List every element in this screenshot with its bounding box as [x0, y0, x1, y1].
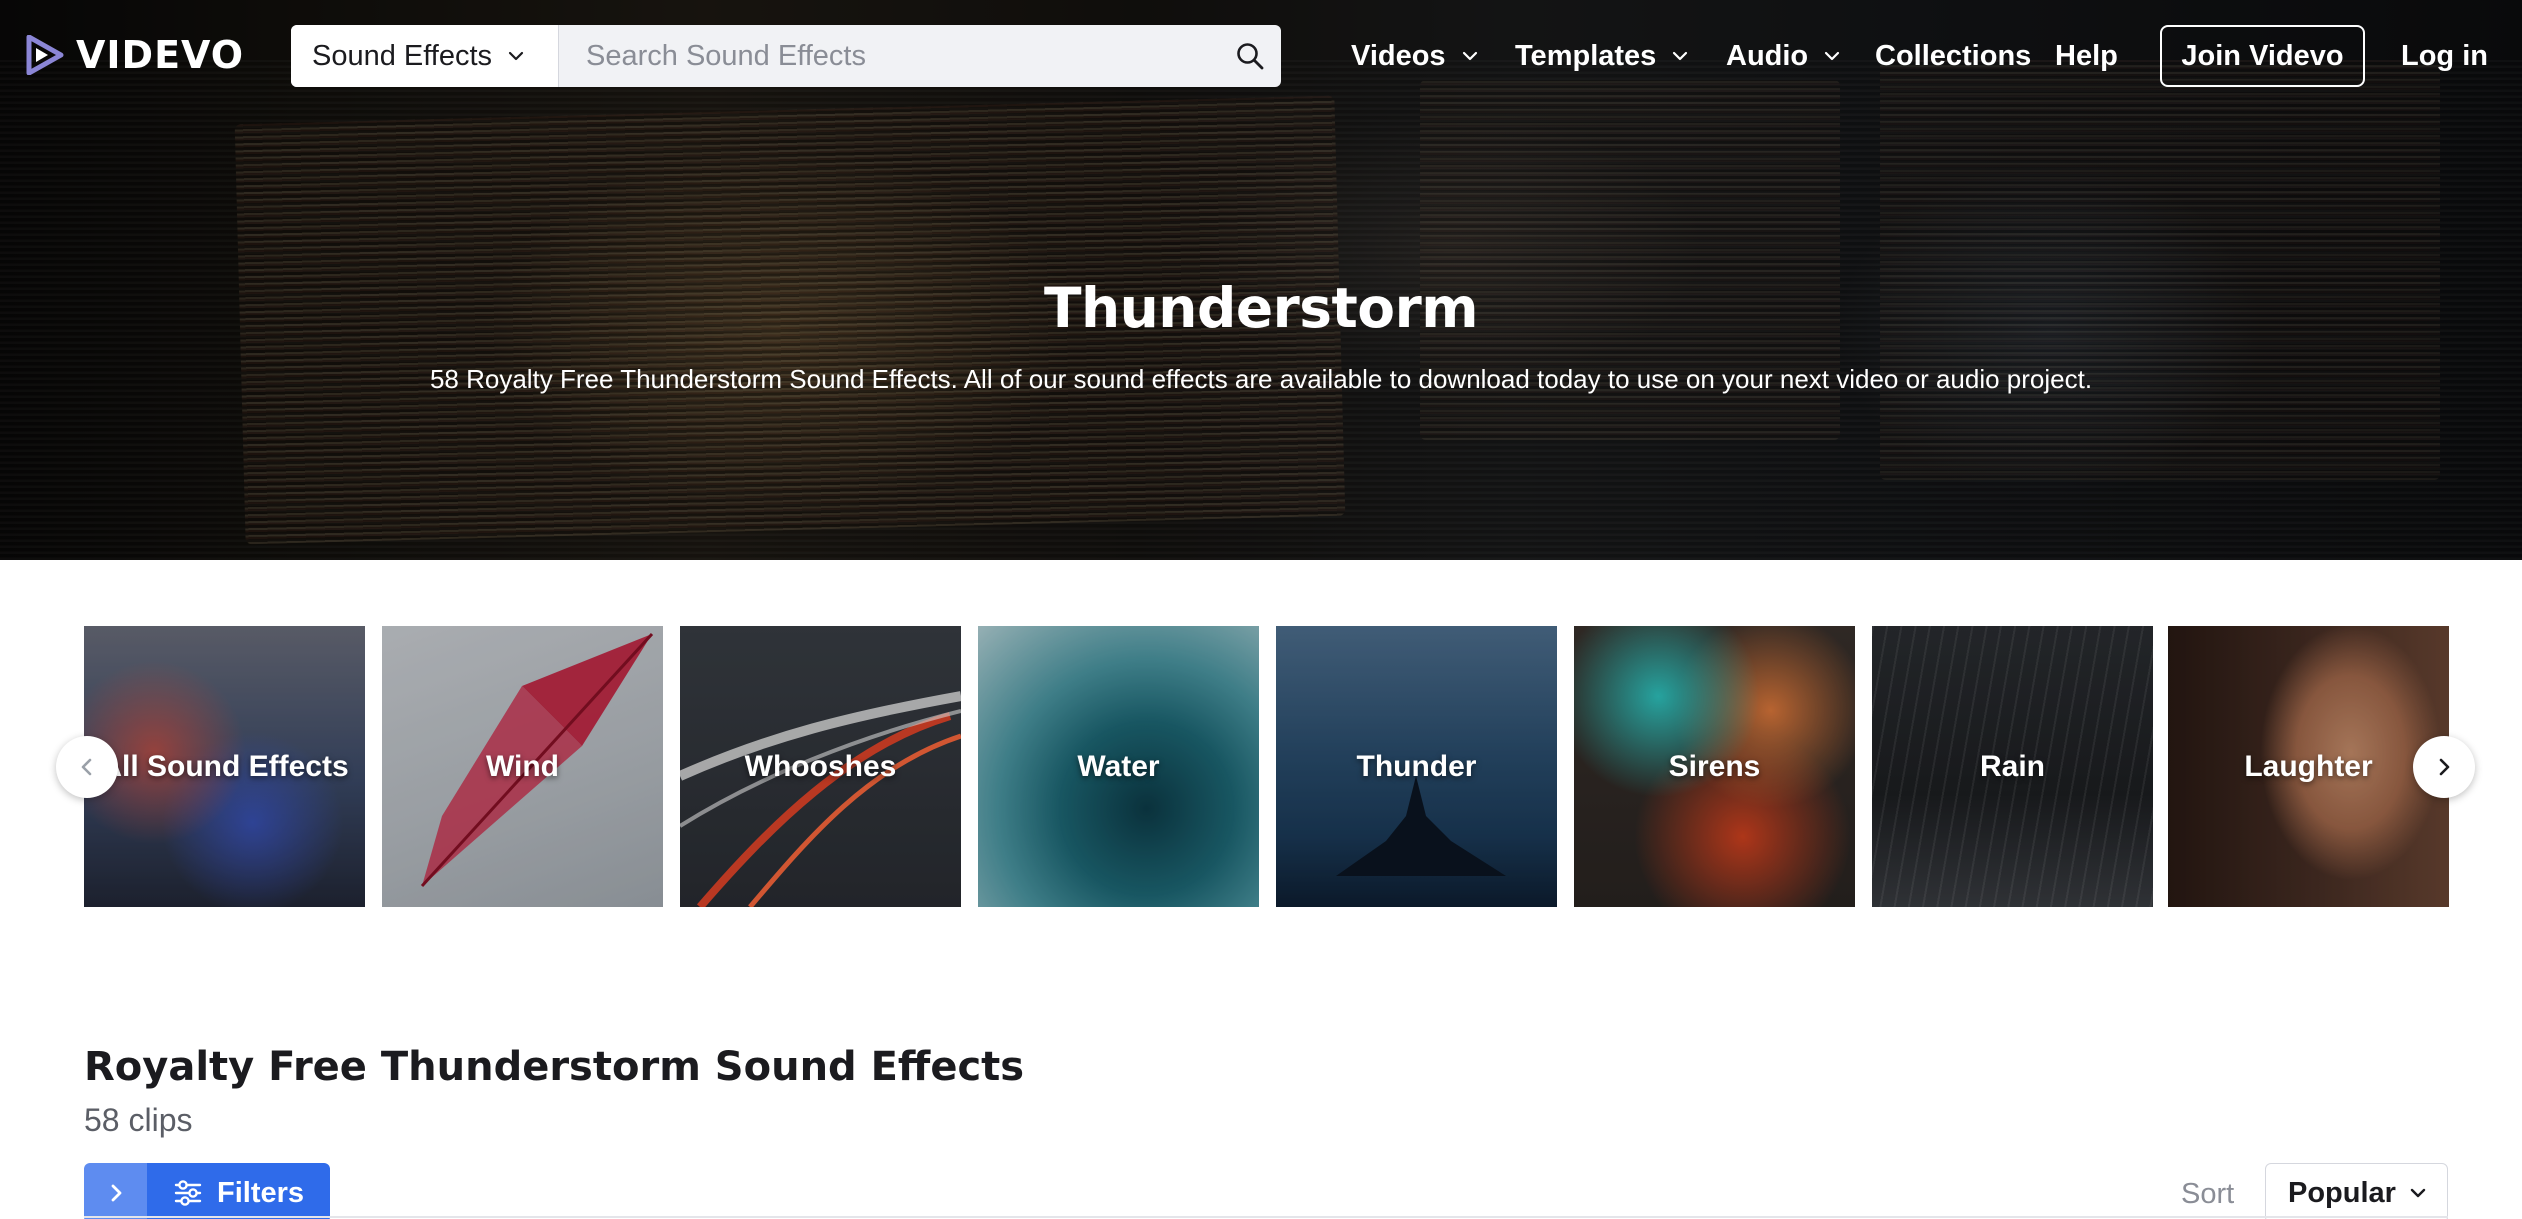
filters-label: Filters — [217, 1176, 305, 1209]
chevron-down-icon — [508, 51, 524, 61]
category-all-sound-effects[interactable]: All Sound Effects — [84, 626, 365, 907]
videvo-logo[interactable]: VIDEVO — [26, 33, 245, 77]
carousel-next-button[interactable] — [2413, 736, 2475, 798]
category-label: Whooshes — [744, 749, 897, 783]
filter-panel-toggle[interactable] — [84, 1163, 147, 1219]
category-rain[interactable]: Rain — [1872, 626, 2153, 907]
chevron-left-icon — [81, 758, 92, 776]
category-whooshes[interactable]: Whooshes — [680, 626, 961, 907]
listing-title: Royalty Free Thunderstorm Sound Effects — [84, 1044, 1025, 1090]
nav-collections[interactable]: Collections — [1875, 36, 2031, 76]
chevron-down-icon — [1825, 51, 1840, 61]
nav-videos[interactable]: Videos — [1351, 36, 1480, 76]
category-label: Sirens — [1668, 749, 1761, 783]
search-type-select[interactable]: Sound Effects — [291, 25, 559, 87]
search-button[interactable] — [1219, 25, 1281, 87]
page-subtitle: 58 Royalty Free Thunderstorm Sound Effec… — [429, 364, 2093, 394]
category-wind[interactable]: Wind — [382, 626, 663, 907]
sort-select[interactable]: Popular — [2265, 1163, 2448, 1219]
sort-label: Sort — [2181, 1178, 2235, 1210]
page-title: Thunderstorm — [1043, 276, 1479, 340]
chevron-right-icon — [2439, 758, 2450, 776]
chevron-down-icon — [1673, 51, 1688, 61]
chevron-down-icon — [1462, 51, 1477, 61]
sort-value: Popular — [2288, 1176, 2396, 1209]
nav-collections-label: Collections — [1875, 39, 2032, 72]
category-label: All Sound Effects — [100, 749, 349, 783]
category-label: Wind — [485, 749, 560, 783]
listing-divider — [84, 1216, 2448, 1218]
filters-button[interactable]: Filters — [147, 1163, 330, 1219]
sliders-icon — [174, 1180, 202, 1206]
join-button[interactable]: Join Videvo — [2160, 25, 2365, 87]
category-sirens[interactable]: Sirens — [1574, 626, 1855, 907]
nav-templates[interactable]: Templates — [1515, 36, 1690, 76]
nav-audio-label: Audio — [1726, 39, 1809, 72]
chevron-down-icon — [2410, 1188, 2426, 1198]
category-label: Laughter — [2244, 749, 2373, 783]
nav-videos-label: Videos — [1351, 39, 1446, 72]
nav-audio[interactable]: Audio — [1726, 36, 1842, 76]
login-link[interactable]: Log in — [2401, 36, 2488, 76]
search-icon — [1237, 43, 1264, 70]
category-label: Rain — [1979, 749, 2045, 783]
nav-help-label: Help — [2055, 39, 2118, 72]
clip-count: 58 clips — [84, 1102, 193, 1138]
nav-templates-label: Templates — [1515, 39, 1657, 72]
category-label: Water — [1077, 749, 1160, 783]
nav-help[interactable]: Help — [2055, 36, 2118, 76]
carousel-prev-button[interactable] — [56, 736, 118, 798]
search-type-label: Sound Effects — [312, 39, 493, 72]
search-input[interactable] — [559, 25, 1219, 87]
category-water[interactable]: Water — [978, 626, 1259, 907]
category-laughter[interactable]: Laughter — [2168, 626, 2449, 907]
search-bar: Sound Effects — [291, 25, 1281, 87]
chevron-right-icon — [111, 1184, 121, 1202]
logo-play-icon — [26, 35, 64, 75]
category-label: Thunder — [1356, 749, 1477, 783]
category-thunder[interactable]: Thunder — [1276, 626, 1557, 907]
logo-text: VIDEVO — [76, 33, 245, 77]
